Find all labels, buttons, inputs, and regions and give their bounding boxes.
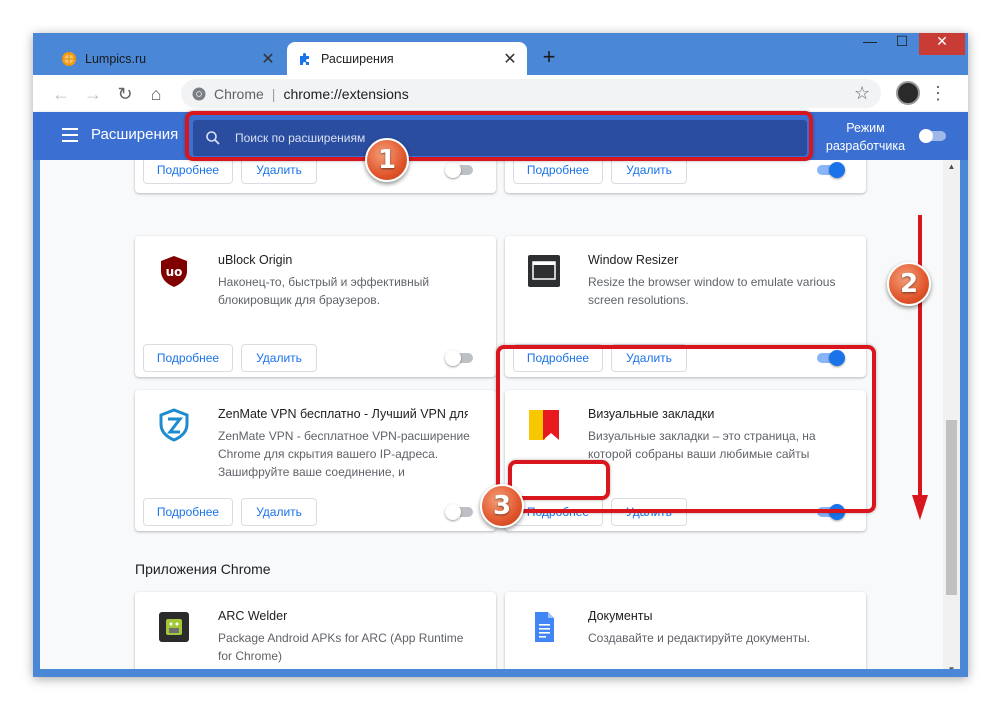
minimize-button[interactable]: — bbox=[855, 33, 885, 55]
close-window-button[interactable]: ✕ bbox=[919, 33, 965, 55]
extension-toggle[interactable] bbox=[815, 504, 845, 520]
profile-avatar[interactable] bbox=[896, 81, 920, 105]
details-button[interactable]: Подробнее bbox=[513, 498, 603, 526]
step-badge-2: 2 bbox=[887, 262, 931, 306]
chrome-logo-icon bbox=[192, 87, 206, 100]
maximize-button[interactable]: ☐ bbox=[887, 33, 917, 55]
extension-description: ZenMate VPN - бесплатное VPN-расширение … bbox=[218, 429, 470, 479]
extension-card-window-resizer: Window Resizer Resize the browser window… bbox=[505, 236, 866, 377]
scroll-down-arrow-annotation bbox=[912, 215, 928, 520]
site-label: Chrome bbox=[214, 85, 264, 102]
extension-name: Window Resizer bbox=[588, 253, 679, 267]
extensions-list: Подробнее Удалить Подробнее Удалить uo u… bbox=[33, 160, 968, 677]
tab-close-icon[interactable]: ✕ bbox=[257, 49, 279, 69]
scrollbar-thumb[interactable] bbox=[946, 420, 957, 595]
extension-card: Подробнее Удалить bbox=[505, 160, 866, 193]
browser-window: Lumpics.ru ✕ Расширения ✕ + — ☐ ✕ ← → ↻ … bbox=[33, 33, 968, 677]
app-name: ARC Welder bbox=[218, 609, 288, 623]
app-name: Документы bbox=[588, 609, 653, 623]
extension-toggle[interactable] bbox=[815, 162, 845, 178]
reload-icon[interactable]: ↻ bbox=[113, 82, 137, 106]
extension-name: Визуальные закладки bbox=[588, 407, 715, 421]
apps-section-title: Приложения Chrome bbox=[135, 561, 271, 577]
hamburger-menu-icon[interactable] bbox=[62, 128, 78, 142]
window-resizer-icon bbox=[528, 255, 560, 287]
tab-title: Расширения bbox=[321, 51, 394, 66]
new-tab-button[interactable]: + bbox=[537, 45, 561, 69]
remove-button[interactable]: Удалить bbox=[611, 344, 687, 372]
details-button[interactable]: Подробнее bbox=[143, 498, 233, 526]
tab-lumpics[interactable]: Lumpics.ru ✕ bbox=[51, 42, 285, 75]
details-button[interactable]: Подробнее bbox=[513, 344, 603, 372]
search-input[interactable]: Поиск по расширениям bbox=[193, 120, 807, 156]
window-frame-left bbox=[33, 160, 40, 677]
address-separator: | bbox=[271, 85, 276, 102]
url-text[interactable]: chrome://extensions bbox=[283, 86, 408, 102]
docs-icon bbox=[535, 612, 554, 642]
extension-description: Визуальные закладки – это страница, на к… bbox=[588, 429, 816, 461]
back-arrow-icon[interactable]: ← bbox=[49, 82, 73, 106]
tab-title: Lumpics.ru bbox=[85, 51, 147, 66]
extension-card-zenmate: ZenMate VPN бесплатно - Лучший VPN для .… bbox=[135, 390, 496, 531]
extension-toggle[interactable] bbox=[445, 504, 475, 520]
zenmate-shield-icon bbox=[159, 408, 189, 442]
tab-strip: Lumpics.ru ✕ Расширения ✕ + — ☐ ✕ bbox=[33, 33, 968, 75]
step-badge-1: 1 bbox=[365, 138, 409, 182]
details-button[interactable]: Подробнее bbox=[143, 344, 233, 372]
more-menu-icon[interactable]: ⋮ bbox=[929, 82, 947, 104]
puzzle-icon bbox=[297, 51, 313, 67]
bookmark-star-icon[interactable]: ☆ bbox=[854, 83, 870, 104]
details-button[interactable]: Подробнее bbox=[143, 160, 233, 184]
browser-toolbar: ← → ↻ ⌂ Chrome | chrome://extensions ☆ ⋮ bbox=[33, 75, 968, 112]
extension-toggle[interactable] bbox=[445, 162, 475, 178]
window-frame-bottom bbox=[33, 669, 968, 677]
app-card-arc-welder: ARC Welder Package Android APKs for ARC … bbox=[135, 592, 496, 677]
extension-card-visual-bookmarks: Визуальные закладки Визуальные закладки … bbox=[505, 390, 866, 531]
home-icon[interactable]: ⌂ bbox=[144, 82, 168, 106]
remove-button[interactable]: Удалить bbox=[241, 498, 317, 526]
remove-button[interactable]: Удалить bbox=[611, 160, 687, 184]
address-bar[interactable]: Chrome | chrome://extensions bbox=[181, 79, 881, 108]
page-scrollbar[interactable]: ▲ ▼ bbox=[943, 160, 960, 677]
extension-toggle[interactable] bbox=[445, 350, 475, 366]
developer-mode-label: Режим разработчика bbox=[825, 121, 906, 153]
window-frame-right bbox=[960, 160, 968, 677]
extension-card-ublock: uo uBlock Origin Наконец-то, быстрый и э… bbox=[135, 236, 496, 377]
extension-description: Наконец-то, быстрый и эффективный блокир… bbox=[218, 275, 430, 307]
step-badge-3: 3 bbox=[480, 484, 524, 528]
extension-name: ZenMate VPN бесплатно - Лучший VPN для .… bbox=[218, 407, 468, 421]
orange-favicon-icon bbox=[61, 51, 77, 67]
svg-text:uo: uo bbox=[166, 265, 183, 279]
tab-extensions[interactable]: Расширения ✕ bbox=[287, 42, 527, 75]
extension-card: Подробнее Удалить bbox=[135, 160, 496, 193]
page-title: Расширения bbox=[91, 126, 179, 143]
details-button[interactable]: Подробнее bbox=[513, 160, 603, 184]
extensions-header: Расширения Поиск по расширениям Режим ра… bbox=[33, 112, 968, 160]
remove-button[interactable]: Удалить bbox=[611, 498, 687, 526]
search-placeholder: Поиск по расширениям bbox=[235, 131, 366, 145]
arc-welder-icon bbox=[159, 612, 189, 642]
extension-description: Resize the browser window to emulate var… bbox=[588, 275, 836, 307]
tab-close-icon[interactable]: ✕ bbox=[499, 49, 521, 69]
ublock-shield-icon: uo bbox=[161, 256, 187, 287]
app-card-docs: Документы Создавайте и редактируйте доку… bbox=[505, 592, 866, 677]
search-icon bbox=[206, 131, 220, 145]
developer-mode-toggle[interactable] bbox=[919, 129, 947, 143]
extension-toggle[interactable] bbox=[815, 350, 845, 366]
remove-button[interactable]: Удалить bbox=[241, 160, 317, 184]
remove-button[interactable]: Удалить bbox=[241, 344, 317, 372]
bookmark-flag-icon bbox=[529, 410, 559, 440]
extension-name: uBlock Origin bbox=[218, 253, 293, 267]
scroll-up-arrow-icon[interactable]: ▲ bbox=[943, 160, 960, 174]
forward-arrow-icon[interactable]: → bbox=[81, 82, 105, 106]
